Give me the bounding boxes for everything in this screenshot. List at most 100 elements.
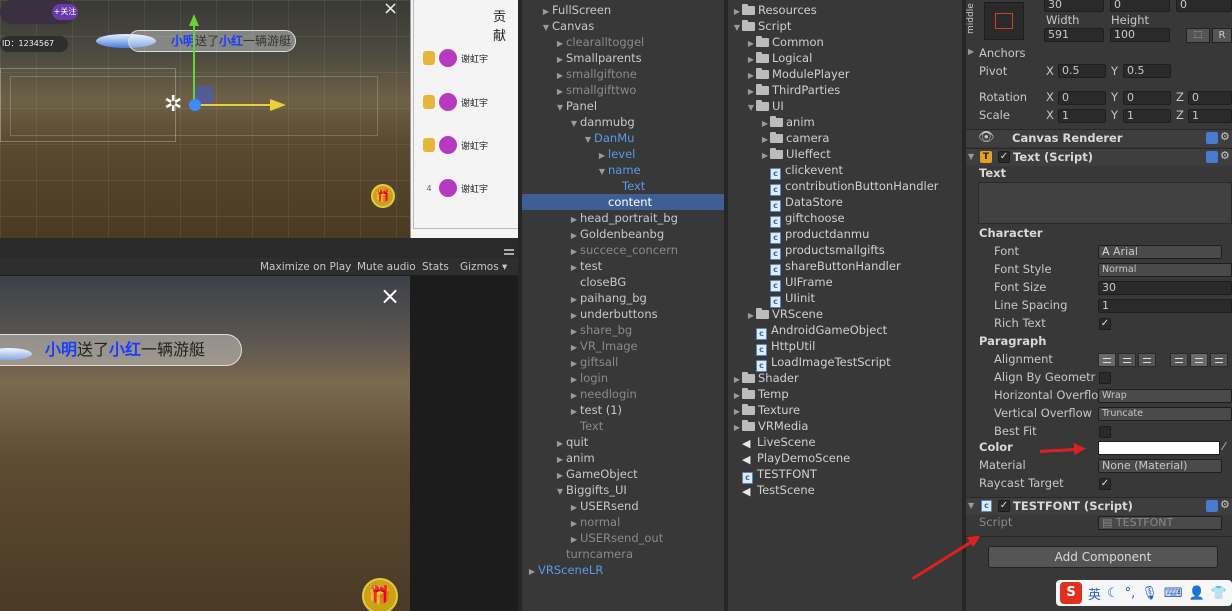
align-right-button[interactable] bbox=[1138, 353, 1156, 367]
hierarchy-item[interactable]: content bbox=[522, 194, 724, 210]
scale-y-field[interactable]: 1 bbox=[1123, 109, 1171, 123]
pos-z-field[interactable]: 0 bbox=[1176, 0, 1232, 12]
hierarchy-item[interactable]: ▶ normal bbox=[522, 514, 724, 530]
project-item[interactable]: c productdanmu bbox=[728, 226, 962, 244]
testfont-enabled-checkbox[interactable]: ✓ bbox=[998, 500, 1010, 512]
project-item[interactable]: ◀ LiveScene bbox=[728, 434, 962, 450]
add-component-button[interactable]: Add Component bbox=[988, 546, 1218, 568]
help-icon[interactable] bbox=[1206, 500, 1218, 512]
pivot-handle-icon[interactable]: ✲ bbox=[164, 92, 182, 117]
project-item[interactable]: ▶ Shader bbox=[728, 370, 962, 386]
gift-icon[interactable]: 🎁 bbox=[371, 184, 395, 208]
gizmos-dropdown[interactable]: Gizmos ▾ bbox=[460, 260, 507, 274]
hierarchy-item[interactable]: ▼ DanMu bbox=[522, 130, 724, 146]
height-field[interactable]: 100 bbox=[1110, 28, 1170, 42]
best-fit-checkbox[interactable] bbox=[1099, 426, 1111, 438]
hierarchy-item[interactable]: ▶ level bbox=[522, 146, 724, 162]
game-view[interactable]: 小明送了小红一辆游艇 × 🎁 bbox=[0, 276, 410, 611]
rotation-y-field[interactable]: 0 bbox=[1123, 91, 1171, 105]
text-area[interactable] bbox=[978, 182, 1232, 224]
hierarchy-item[interactable]: Text bbox=[522, 178, 724, 194]
sogou-ime-icon[interactable]: S bbox=[1060, 582, 1082, 604]
scene-view[interactable]: +关注 ID：1234567 小明送了小红一辆游艇 ✲ × 🎁 bbox=[0, 0, 410, 238]
shirt-icon[interactable]: 👕 bbox=[1211, 586, 1227, 601]
text-enabled-checkbox[interactable]: ✓ bbox=[998, 151, 1010, 163]
gear-icon[interactable]: ⚙ bbox=[1220, 498, 1230, 511]
align-by-geometry-checkbox[interactable] bbox=[1099, 372, 1111, 384]
panel-menu-icon[interactable] bbox=[504, 249, 514, 255]
hierarchy-item[interactable]: ▶ quit bbox=[522, 434, 724, 450]
hierarchy-item[interactable]: ▶ FullScreen bbox=[522, 2, 724, 18]
project-item[interactable]: ▶ VRScene bbox=[728, 306, 962, 322]
hierarchy-item[interactable]: ▼ Biggifts_UI bbox=[522, 482, 724, 498]
anchor-preset-button[interactable] bbox=[984, 2, 1024, 40]
project-item[interactable]: c clickevent bbox=[728, 162, 962, 180]
project-item[interactable]: c productsmallgifts bbox=[728, 242, 962, 260]
anchors-foldout-arrow[interactable]: ▶ bbox=[968, 47, 974, 56]
align-top-button[interactable] bbox=[1170, 353, 1188, 367]
font-field[interactable]: A Arial bbox=[1098, 245, 1222, 259]
project-item[interactable]: ▶ Temp bbox=[728, 386, 962, 402]
project-item[interactable]: c HttpUtil bbox=[728, 338, 962, 356]
pivot-y-field[interactable]: 0.5 bbox=[1123, 64, 1171, 78]
rotation-x-field[interactable]: 0 bbox=[1058, 91, 1106, 105]
color-swatch[interactable] bbox=[1098, 441, 1220, 455]
project-item[interactable]: ▶ Resources bbox=[728, 2, 962, 18]
pos-y-field[interactable]: 0 bbox=[1110, 0, 1170, 12]
raw-edit-button[interactable]: R bbox=[1212, 28, 1232, 43]
material-field[interactable]: None (Material) bbox=[1098, 459, 1222, 473]
rotation-z-field[interactable]: 0 bbox=[1188, 91, 1232, 105]
project-item[interactable]: ◀ TestScene bbox=[728, 482, 962, 498]
project-item[interactable]: c LoadImageTestScript bbox=[728, 354, 962, 372]
hierarchy-item[interactable]: Text bbox=[522, 418, 724, 434]
panel-splitter[interactable] bbox=[0, 238, 518, 258]
scale-z-field[interactable]: 1 bbox=[1188, 109, 1232, 123]
project-item[interactable]: ▶ ModulePlayer bbox=[728, 66, 962, 82]
anchors-label[interactable]: Anchors bbox=[979, 46, 1026, 60]
hierarchy-item[interactable]: ▶ login bbox=[522, 370, 724, 386]
hierarchy-item[interactable]: ▶ VR_Image bbox=[522, 338, 724, 354]
pos-x-field[interactable]: 30 bbox=[1044, 0, 1104, 12]
align-left-button[interactable] bbox=[1098, 353, 1116, 367]
ime-language-toggle[interactable]: 英 bbox=[1088, 584, 1101, 603]
project-item[interactable]: c UIinit bbox=[728, 290, 962, 308]
hierarchy-item[interactable]: ▶ smallgifttwo bbox=[522, 82, 724, 98]
project-item[interactable]: c shareButtonHandler bbox=[728, 258, 962, 276]
move-gizmo-x-axis[interactable] bbox=[195, 104, 273, 106]
eyedropper-icon[interactable]: ⁄ bbox=[1223, 440, 1225, 453]
mute-audio-toggle[interactable]: Mute audio bbox=[357, 260, 416, 274]
hierarchy-item[interactable]: ▶ paihang_bg bbox=[522, 290, 724, 306]
follow-button[interactable]: +关注 bbox=[52, 4, 78, 20]
font-style-dropdown[interactable]: Normal bbox=[1098, 263, 1232, 277]
ime-toolbar[interactable]: S 英 ☾ °, 🎙 ⌨ 👤 👕 bbox=[1056, 580, 1232, 606]
project-item[interactable]: c UIFrame bbox=[728, 274, 962, 292]
hierarchy-item[interactable]: ▶ underbuttons bbox=[522, 306, 724, 322]
project-item[interactable]: ▶ VRMedia bbox=[728, 418, 962, 434]
move-gizmo-y-arrow[interactable] bbox=[189, 14, 199, 26]
font-size-field[interactable]: 30 bbox=[1098, 281, 1232, 295]
punctuation-icon[interactable]: °, bbox=[1125, 586, 1136, 601]
blueprint-mode-button[interactable]: ⬚ bbox=[1186, 28, 1210, 43]
user-icon[interactable]: 👤 bbox=[1189, 586, 1205, 601]
keyboard-icon[interactable]: ⌨ bbox=[1164, 586, 1183, 601]
hierarchy-item[interactable]: turncamera bbox=[522, 546, 724, 562]
rich-text-checkbox[interactable]: ✓ bbox=[1099, 318, 1111, 330]
project-item[interactable]: ▶ ThirdParties bbox=[728, 82, 962, 98]
raycast-target-checkbox[interactable]: ✓ bbox=[1099, 478, 1111, 490]
hierarchy-item[interactable]: ▶ test (1) bbox=[522, 402, 724, 418]
project-item[interactable]: ▶ Common bbox=[728, 34, 962, 50]
stats-toggle[interactable]: Stats bbox=[422, 260, 449, 274]
hierarchy-item[interactable]: ▼ name bbox=[522, 162, 724, 178]
gear-icon[interactable]: ⚙ bbox=[1220, 149, 1230, 162]
hierarchy-item[interactable]: ▶ VRSceneLR bbox=[522, 562, 724, 578]
text-foldout-arrow[interactable]: ▼ bbox=[968, 152, 974, 161]
close-icon[interactable]: × bbox=[380, 282, 400, 310]
line-spacing-field[interactable]: 1 bbox=[1098, 299, 1232, 313]
project-item[interactable]: ▶ anim bbox=[728, 114, 962, 130]
project-item[interactable]: ▶ UIeffect bbox=[728, 146, 962, 162]
hierarchy-item[interactable]: ▶ needlogin bbox=[522, 386, 724, 402]
hierarchy-item[interactable]: closeBG bbox=[522, 274, 724, 290]
align-center-button[interactable] bbox=[1118, 353, 1136, 367]
align-bottom-button[interactable] bbox=[1210, 353, 1228, 367]
testfont-foldout-arrow[interactable]: ▼ bbox=[968, 501, 974, 510]
